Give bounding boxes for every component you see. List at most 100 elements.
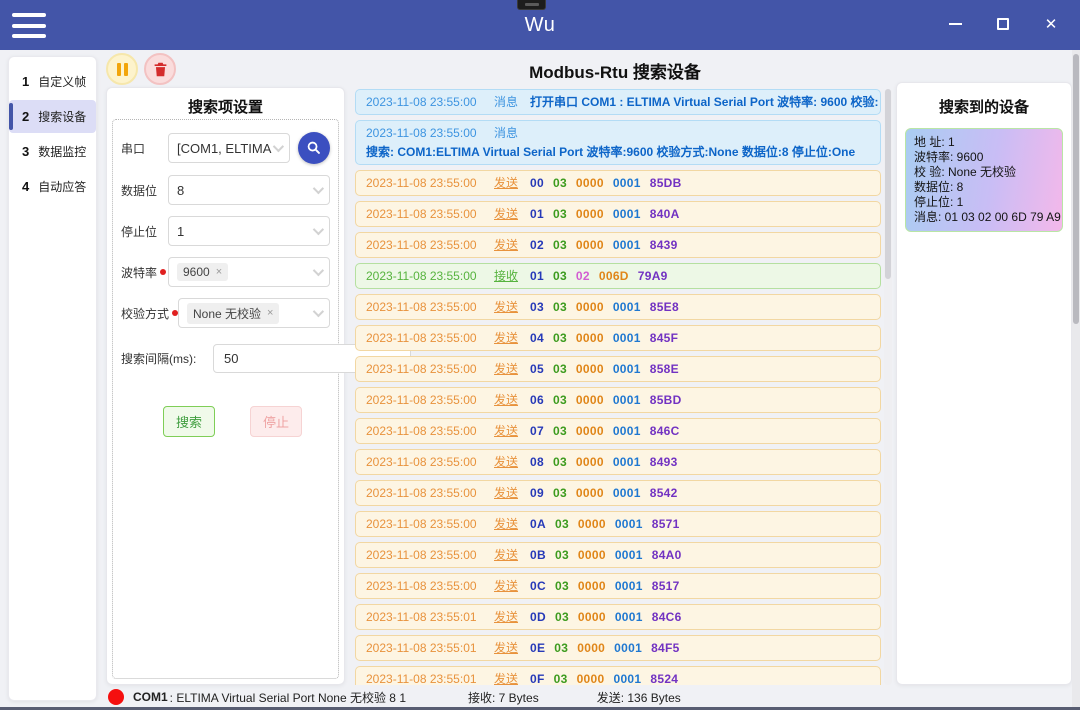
- parity-select[interactable]: None 无校验 ×: [178, 298, 330, 328]
- device-stop-bits: 停止位: 1: [914, 195, 964, 209]
- log-row: 2023-11-08 23:55:00 发送 01 03 0000 0001 840A: [355, 201, 881, 227]
- chevron-down-icon: [312, 264, 325, 277]
- log-hex-bytes: 05 03 0000 0001 858E: [530, 362, 679, 376]
- log-hex-bytes: 03 03 0000 0001 85E8: [530, 300, 679, 314]
- log-timestamp: 2023-11-08 23:55:00: [366, 393, 477, 407]
- chevron-down-icon: [312, 223, 325, 236]
- toolbar: [106, 53, 176, 85]
- sidebar-item-auto-answer[interactable]: 4 自动应答: [9, 170, 96, 203]
- sidebar-item-label: 数据监控: [38, 145, 87, 159]
- parity-tag: None 无校验 ×: [187, 302, 280, 324]
- parity-label: 校验方式: [121, 305, 179, 322]
- serial-port-value: [COM1, ELTIMA Virtu: [177, 140, 273, 156]
- device-baud: 波特率: 9600: [914, 150, 984, 164]
- window-scrollbar: [1072, 50, 1080, 707]
- log-hex-bytes: 04 03 0000 0001 845F: [530, 331, 679, 345]
- log-hex-bytes: 0E 03 0000 0001 84F5: [530, 641, 680, 655]
- sidebar-item-custom-frame[interactable]: 1 自定义帧: [9, 65, 96, 98]
- sidebar-item-number: 3: [22, 144, 30, 159]
- data-bits-select[interactable]: 8: [168, 175, 330, 205]
- log-hex-bytes: 01 03 02 006D 79A9: [530, 269, 668, 283]
- log-row: 2023-11-08 23:55:00 发送 05 03 0000 0001 858E: [355, 356, 881, 382]
- log-hex-bytes: 0C 03 0000 0001 8517: [530, 579, 680, 593]
- log-hex-bytes: 0D 03 0000 0001 84C6: [530, 610, 682, 624]
- connection-status-icon: [108, 689, 124, 705]
- log-timestamp: 2023-11-08 23:55:00: [366, 331, 477, 345]
- log-scrollbar-thumb[interactable]: [885, 89, 891, 279]
- status-port: COM1: [133, 690, 168, 704]
- sidebar-item-label: 自定义帧: [38, 75, 87, 89]
- log-hex-bytes: 08 03 0000 0001 8493: [530, 455, 678, 469]
- pause-button[interactable]: [106, 53, 138, 85]
- log-row: 2023-11-08 23:55:00 发送 0A 03 0000 0001 8571: [355, 511, 881, 537]
- log-direction-tag: 发送: [494, 176, 519, 190]
- search-button[interactable]: 搜索: [163, 406, 216, 437]
- log-message: 打开串口 COM1 : ELTIMA Virtual Serial Port 波…: [530, 95, 881, 109]
- stop-button[interactable]: 停止: [249, 406, 302, 437]
- page-title: Modbus-Rtu 搜索设备: [529, 63, 701, 82]
- log-row: 2023-11-08 23:55:00 发送 02 03 0000 0001 8439: [355, 232, 881, 258]
- remove-tag-icon[interactable]: ×: [267, 307, 273, 319]
- log-timestamp: 2023-11-08 23:55:00: [366, 238, 477, 252]
- device-message: 消息: 01 03 02 00 6D 79 A9: [914, 210, 1061, 224]
- log-row: 2023-11-08 23:55:00 发送 09 03 0000 0001 8542: [355, 480, 881, 506]
- log-timestamp: 2023-11-08 23:55:00: [366, 95, 477, 109]
- status-tx-bytes: 发送: 136 Bytes: [596, 690, 681, 705]
- log-timestamp: 2023-11-08 23:55:00: [366, 176, 477, 190]
- log-row: 2023-11-08 23:55:00 消息 搜索: COM1:ELTIMA Vir…: [355, 120, 881, 165]
- clear-log-button[interactable]: [144, 53, 176, 85]
- sidebar-item-label: 自动应答: [38, 180, 87, 194]
- log-direction-tag: 发送: [494, 548, 519, 562]
- log-row: 2023-11-08 23:55:00 发送 03 03 0000 0001 85E8: [355, 294, 881, 320]
- log-direction-tag: 发送: [494, 331, 519, 345]
- log-timestamp: 2023-11-08 23:55:00: [366, 424, 477, 438]
- maximize-button[interactable]: [984, 8, 1022, 40]
- log-timestamp: 2023-11-08 23:55:00: [366, 517, 477, 531]
- log-scrollbar: [884, 89, 892, 685]
- log-row: 2023-11-08 23:55:00 发送 0B 03 0000 0001 84A0: [355, 542, 881, 568]
- found-devices-panel: 搜索到的设备 地 址: 1 波特率: 9600 校 验: None 无校验 数据…: [896, 82, 1072, 685]
- sidebar-item-data-monitor[interactable]: 3 数据监控: [9, 135, 96, 168]
- sidebar-item-search-device[interactable]: 2 搜索设备: [9, 100, 96, 133]
- baud-rate-select[interactable]: 9600 ×: [168, 257, 330, 287]
- log-direction-tag: 接收: [494, 269, 519, 283]
- stop-bits-select[interactable]: 1: [168, 216, 330, 246]
- log-direction-tag: 发送: [494, 641, 519, 655]
- log-direction-tag: 发送: [494, 579, 519, 593]
- log-hex-bytes: 01 03 0000 0001 840A: [530, 207, 680, 221]
- log-direction-tag: 发送: [494, 517, 519, 531]
- log-direction-tag: 发送: [494, 238, 519, 252]
- refresh-ports-button[interactable]: [298, 132, 330, 164]
- log-hex-bytes: 0A 03 0000 0001 8571: [530, 517, 680, 531]
- log-direction-tag: 发送: [494, 610, 519, 624]
- log-message: 搜索: COM1:ELTIMA Virtual Serial Port 波特率:…: [366, 145, 856, 159]
- status-rx-bytes: 接收: 7 Bytes: [468, 690, 539, 705]
- log-row: 2023-11-08 23:55:00 消息 打开串口 COM1 : ELTIMA …: [355, 89, 881, 115]
- close-button[interactable]: ✕: [1032, 8, 1070, 40]
- log-row: 2023-11-08 23:55:00 发送 06 03 0000 0001 85BD: [355, 387, 881, 413]
- log-hex-bytes: 06 03 0000 0001 85BD: [530, 393, 682, 407]
- device-card[interactable]: 地 址: 1 波特率: 9600 校 验: None 无校验 数据位: 8 停止…: [905, 128, 1063, 232]
- required-dot-icon: [160, 269, 167, 275]
- log-timestamp: 2023-11-08 23:55:00: [366, 486, 477, 500]
- window-scrollbar-thumb[interactable]: [1073, 54, 1079, 324]
- log-row: 2023-11-08 23:55:00 发送 04 03 0000 0001 845F: [355, 325, 881, 351]
- log-hex-bytes: 0F 03 0000 0001 8524: [530, 672, 679, 685]
- sidebar-item-label: 搜索设备: [38, 110, 87, 124]
- log-list: 2023-11-08 23:55:00 消息 打开串口 COM1 : ELTIMA …: [355, 89, 881, 685]
- log-timestamp: 2023-11-08 23:55:01: [366, 641, 477, 655]
- screen-overlay: [517, 0, 546, 10]
- pause-icon: [116, 62, 121, 76]
- log-timestamp: 2023-11-08 23:55:00: [366, 300, 477, 314]
- minimize-button[interactable]: [936, 8, 974, 40]
- found-devices-title: 搜索到的设备: [938, 99, 1029, 116]
- log-row: 2023-11-08 23:55:01 发送 0F 03 0000 0001 8524: [355, 666, 881, 685]
- serial-port-select[interactable]: [COM1, ELTIMA Virtu: [168, 133, 290, 163]
- device-parity: 校 验: None 无校验: [914, 165, 1017, 179]
- hamburger-menu-icon[interactable]: [12, 13, 46, 38]
- sidebar-item-number: 1: [22, 74, 30, 89]
- log-row: 2023-11-08 23:55:01 发送 0E 03 0000 0001 84F5: [355, 635, 881, 661]
- minimize-icon: [948, 22, 962, 26]
- remove-tag-icon[interactable]: ×: [216, 266, 222, 278]
- sidebar-item-number: 4: [22, 179, 30, 194]
